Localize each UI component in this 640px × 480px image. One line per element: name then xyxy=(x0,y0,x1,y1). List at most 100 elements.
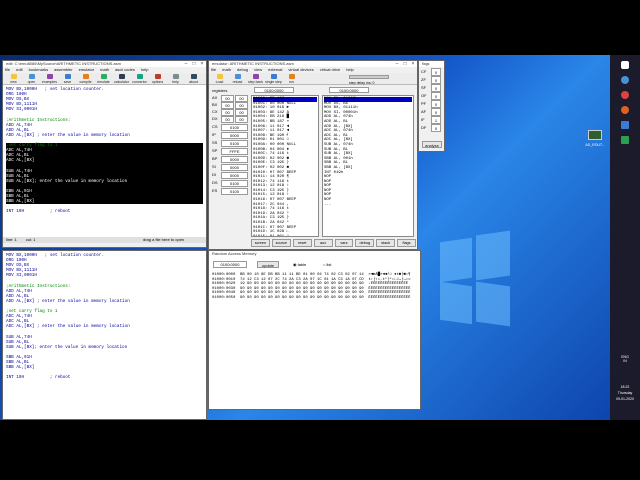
flag-value[interactable]: 0 xyxy=(431,84,441,92)
Load-button[interactable]: Load xyxy=(211,74,228,84)
stack-button[interactable]: stack xyxy=(376,239,396,247)
vars-button[interactable]: vars xyxy=(334,239,354,247)
clock-time[interactable]: 18:22 xyxy=(610,385,640,389)
register-high[interactable]: 00 xyxy=(221,109,234,116)
menu-item-virtual-drive[interactable]: virtual drive xyxy=(320,67,340,72)
register-value[interactable]: 0100 xyxy=(221,124,248,131)
register-high[interactable]: 00 xyxy=(221,116,234,123)
register-value[interactable]: 0000 xyxy=(221,132,248,139)
menu-item-debug[interactable]: debug xyxy=(237,67,248,72)
menu-item-virtual-devices[interactable]: virtual devices xyxy=(288,67,313,72)
register-low[interactable]: 00 xyxy=(235,102,248,109)
flag-value[interactable]: 0 xyxy=(431,76,441,84)
table-radio[interactable]: ◉ table xyxy=(293,262,306,267)
run-button[interactable]: run xyxy=(283,74,300,84)
register-name: DS xyxy=(212,180,218,185)
flag-value[interactable]: 0 xyxy=(431,108,441,116)
register-name: SP xyxy=(212,148,218,153)
screen-button[interactable]: screen xyxy=(251,239,270,247)
menu-item-file[interactable]: file xyxy=(211,67,216,72)
menu-item-emulator[interactable]: emulator xyxy=(79,67,95,72)
maximize-button[interactable]: □ xyxy=(401,61,409,67)
open-button[interactable]: open xyxy=(23,74,40,84)
flag-value[interactable]: 0 xyxy=(431,100,441,108)
minimize-button[interactable]: – xyxy=(393,61,401,67)
reset-button[interactable]: reset xyxy=(292,239,312,247)
list-radio[interactable]: ○ list xyxy=(323,262,331,267)
register-value[interactable]: 0100 xyxy=(221,188,248,195)
flag-value[interactable]: 0 xyxy=(431,92,441,100)
memory-address-field[interactable]: 0100:0000 xyxy=(213,261,247,268)
options-button[interactable]: options xyxy=(149,74,166,84)
menu-item-assembler[interactable]: assembler xyxy=(54,67,72,72)
app-icon[interactable] xyxy=(621,121,629,129)
menu-item-view[interactable]: view xyxy=(254,67,262,72)
register-row: BX 00 00 xyxy=(212,102,250,109)
editor-code-area[interactable]: MOV BX,1000H ; set location counter. ORG … xyxy=(3,85,206,237)
register-low[interactable]: 00 xyxy=(235,95,248,102)
editor2-code-area[interactable]: MOV BX,1000H ; set location counter. ORG … xyxy=(3,251,206,419)
register-value[interactable]: FFFE xyxy=(221,148,248,155)
emulate-button[interactable]: emulate xyxy=(95,74,112,84)
examples-button[interactable]: examples xyxy=(41,74,58,84)
about-button[interactable]: about xyxy=(185,74,202,84)
app-icon[interactable] xyxy=(621,91,629,99)
close-button[interactable]: × xyxy=(198,61,206,67)
analyse-button[interactable]: analyse xyxy=(422,141,442,148)
step-back-button[interactable]: step back xyxy=(247,74,264,84)
memory-table[interactable]: 01000:0000 BB 00 10 8E DB BB 11 11 BE 01… xyxy=(212,273,417,301)
app-icon[interactable] xyxy=(621,136,629,144)
menu-item-help[interactable]: help xyxy=(141,67,149,72)
register-value[interactable]: 0000 xyxy=(221,164,248,171)
status-col: col: 1 xyxy=(25,237,36,242)
menu-item-math[interactable]: math xyxy=(222,67,231,72)
emulate-label: emulate xyxy=(97,80,110,84)
debug-button[interactable]: debug xyxy=(355,239,375,247)
register-row: CS 0100 xyxy=(212,124,250,131)
address-field[interactable]: 0100:0000 xyxy=(254,87,294,93)
register-low[interactable]: 00 xyxy=(235,109,248,116)
language-indicator[interactable]: ENG IN xyxy=(610,355,640,363)
register-value[interactable]: 0000 xyxy=(221,172,248,179)
reload-button[interactable]: reload xyxy=(229,74,246,84)
register-high[interactable]: 00 xyxy=(221,95,234,102)
disassembly-list[interactable]: MOV BX, 01000h MOV DS, BX MOV BX, 01111h… xyxy=(322,95,414,237)
update-button[interactable]: update xyxy=(257,261,279,268)
new-button[interactable]: new xyxy=(5,74,22,84)
flag-value[interactable]: 0 xyxy=(431,68,441,76)
close-button[interactable]: × xyxy=(409,61,417,67)
register-value[interactable]: 0100 xyxy=(221,180,248,187)
app-icon[interactable] xyxy=(621,61,629,69)
menu-item-edit[interactable]: edit xyxy=(16,67,22,72)
menu-item-ascii-codes[interactable]: ascii codes xyxy=(115,67,135,72)
app-icon[interactable] xyxy=(621,106,629,114)
step-delay-slider[interactable] xyxy=(349,75,389,79)
flag-value[interactable]: 1 xyxy=(431,116,441,124)
memory-list[interactable]: 01000: BB 187 » 01001: 00 000 NULL 01002… xyxy=(251,95,319,237)
help-button[interactable]: help xyxy=(167,74,184,84)
flags-button[interactable]: flags xyxy=(397,239,416,247)
maximize-button[interactable]: □ xyxy=(190,61,198,67)
menu-item-file[interactable]: file xyxy=(5,67,10,72)
aux-button[interactable]: aux xyxy=(313,239,333,247)
menu-item-help[interactable]: help xyxy=(346,67,354,72)
save-button[interactable]: save xyxy=(59,74,76,84)
register-value[interactable]: 0100 xyxy=(221,140,248,147)
source-button[interactable]: source xyxy=(271,239,291,247)
desktop-file-icon[interactable] xyxy=(588,130,602,140)
menu-item-bookmarks[interactable]: bookmarks xyxy=(29,67,49,72)
minimize-button[interactable]: – xyxy=(182,61,190,67)
register-low[interactable]: 00 xyxy=(235,116,248,123)
flag-value[interactable]: 0 xyxy=(431,124,441,132)
address-field-2[interactable]: 0100:0000 xyxy=(329,87,369,93)
calculator-button[interactable]: calculator xyxy=(113,74,130,84)
register-high[interactable]: 00 xyxy=(221,102,234,109)
app-icon[interactable] xyxy=(621,76,629,84)
single-step-button[interactable]: single step xyxy=(265,74,282,84)
compile-button[interactable]: compile xyxy=(77,74,94,84)
menu-item-external[interactable]: external xyxy=(268,67,282,72)
menu-item-math[interactable]: math xyxy=(100,67,109,72)
register-value[interactable]: 0000 xyxy=(221,156,248,163)
convertor-button[interactable]: convertor xyxy=(131,74,148,84)
clock-day: Thursday xyxy=(617,391,633,395)
